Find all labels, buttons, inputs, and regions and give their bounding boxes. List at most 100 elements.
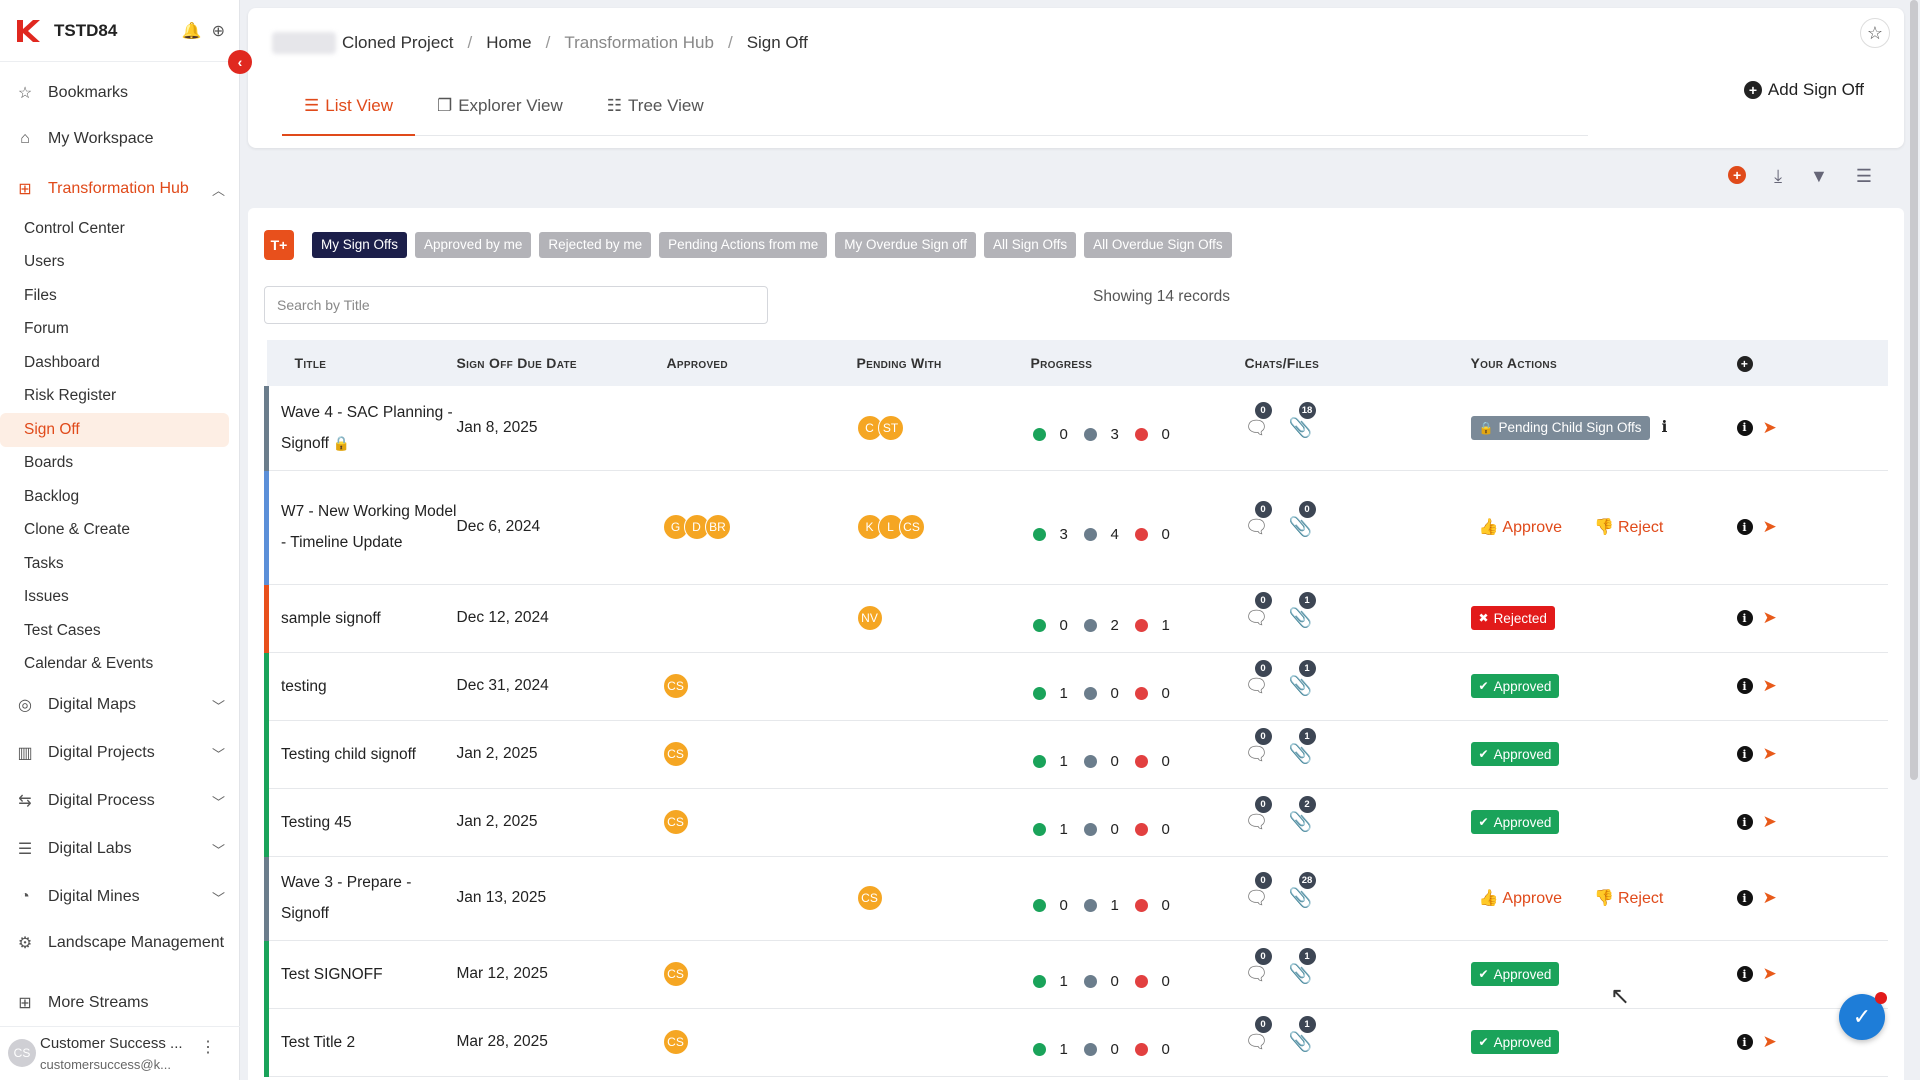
info-icon[interactable]: i bbox=[1736, 519, 1753, 535]
sidebar-item-digital-labs[interactable]: ☰ Digital Labs ﹀ bbox=[0, 825, 239, 873]
paperclip-icon[interactable]: 📎 1 bbox=[1289, 948, 1316, 986]
sidebar-item-digital-projects[interactable]: ▥ Digital Projects ﹀ bbox=[0, 729, 239, 777]
search-input[interactable] bbox=[264, 286, 768, 324]
breadcrumb-home[interactable]: Home bbox=[486, 33, 531, 53]
avatar[interactable]: CS bbox=[662, 961, 689, 987]
sidebar-item-forum[interactable]: Forum bbox=[0, 313, 229, 347]
sidebar-item-landscape-management[interactable]: ⚙ Landscape Management bbox=[0, 921, 239, 965]
table-row[interactable]: Testing child signoff Jan 2, 2025 CS 1 0 0 🗨 0 📎… bbox=[264, 720, 1888, 788]
paperclip-icon[interactable]: 📎 18 bbox=[1289, 401, 1316, 440]
sign-off-title[interactable]: sample signoff bbox=[281, 610, 381, 627]
send-icon[interactable]: ➤ bbox=[1763, 964, 1777, 984]
sign-off-title[interactable]: Wave 4 - SAC Planning - Signoff bbox=[281, 404, 453, 452]
avatar[interactable]: CS bbox=[662, 809, 689, 835]
table-row[interactable]: Wave 3 - Prepare - Signoff Jan 13, 2025 CS… bbox=[264, 856, 1888, 940]
reject-button[interactable]: 👎 Reject bbox=[1594, 519, 1663, 536]
sidebar-item-issues[interactable]: Issues bbox=[0, 581, 229, 615]
tab-explorer-view[interactable]: ❐ Explorer View bbox=[415, 86, 585, 136]
table-row[interactable]: sample signoff Dec 12, 2024 NV 0 2 1 🗨 0 📎 1 ✖ Reje… bbox=[264, 584, 1888, 652]
breadcrumb-hub[interactable]: Transformation Hub bbox=[564, 33, 714, 53]
col-your-actions[interactable]: Your Actions bbox=[1471, 340, 1737, 386]
sidebar-item-boards[interactable]: Boards bbox=[0, 447, 229, 481]
send-icon[interactable]: ➤ bbox=[1763, 418, 1777, 438]
approve-button[interactable]: 👍 Approve bbox=[1479, 890, 1563, 907]
send-icon[interactable]: ➤ bbox=[1763, 676, 1777, 696]
table-row[interactable]: W7 - New Working Model - Timeline Update… bbox=[264, 470, 1888, 584]
sidebar-item-files[interactable]: Files bbox=[0, 279, 229, 313]
avatar[interactable]: CS bbox=[856, 885, 883, 911]
chat-widget-button[interactable]: ✓ bbox=[1839, 992, 1887, 1040]
add-circle-icon[interactable]: ⊕ bbox=[212, 21, 225, 41]
paperclip-icon[interactable]: 📎 0 bbox=[1289, 501, 1316, 539]
col-due-date[interactable]: Sign Off Due Date bbox=[457, 340, 649, 386]
send-icon[interactable]: ➤ bbox=[1763, 812, 1777, 832]
sign-off-title[interactable]: Test Title 2 bbox=[281, 1034, 355, 1051]
chat-icon[interactable]: 🗨 0 bbox=[1245, 872, 1272, 910]
sidebar-item-digital-maps[interactable]: ◎ Digital Maps ﹀ bbox=[0, 681, 239, 729]
info-icon[interactable]: i bbox=[1736, 1034, 1753, 1050]
info-icon[interactable]: i bbox=[1736, 966, 1753, 982]
tag-filter-icon[interactable]: T+ bbox=[264, 230, 294, 260]
table-row[interactable]: Test SIGNOFF Mar 12, 2025 CS 1 0 0 🗨 0 📎 1 ✔ Approv… bbox=[264, 940, 1888, 1008]
chat-icon[interactable]: 🗨 0 bbox=[1245, 592, 1272, 630]
filter-chip-my-sign-offs[interactable]: My Sign Offs bbox=[312, 232, 408, 258]
send-icon[interactable]: ➤ bbox=[1763, 608, 1777, 628]
filter-chip-rejected-by-me[interactable]: Rejected by me bbox=[539, 232, 652, 258]
table-row[interactable]: Wave 4 - SAC Planning - Signoff 🔒 Jan 8, … bbox=[264, 386, 1888, 470]
chat-icon[interactable]: 🗨 0 bbox=[1245, 660, 1272, 698]
send-icon[interactable]: ➤ bbox=[1763, 888, 1777, 908]
avatar[interactable]: CS bbox=[662, 741, 689, 767]
col-pending-with[interactable]: Pending With bbox=[841, 340, 1017, 386]
sidebar-item-digital-mines[interactable]: ◔ Digital Mines ﹀ bbox=[0, 873, 239, 921]
table-row[interactable]: Test Title 2 Mar 28, 2025 CS 1 0 0 🗨 0 📎 1 ✔ Approv… bbox=[264, 1008, 1888, 1076]
sign-off-title[interactable]: Testing 45 bbox=[281, 814, 352, 831]
col-chats-files[interactable]: Chats/Files bbox=[1245, 340, 1471, 386]
sign-off-title[interactable]: W7 - New Working Model - Timeline Update bbox=[281, 503, 456, 551]
tab-list-view[interactable]: ☰ List View bbox=[282, 86, 415, 136]
avatar[interactable]: CS bbox=[662, 1029, 689, 1055]
avatar[interactable]: ST bbox=[877, 414, 904, 441]
send-icon[interactable]: ➤ bbox=[1763, 517, 1777, 537]
sidebar-item-sign-off[interactable]: Sign Off bbox=[0, 413, 229, 447]
table-row[interactable]: testing Dec 31, 2024 CS 1 0 0 🗨 0 📎 1 ✔ Approved i ➤ bbox=[264, 652, 1888, 720]
filter-chip-approved-by-me[interactable]: Approved by me bbox=[415, 232, 532, 258]
sidebar-item-control-center[interactable]: Control Center bbox=[0, 212, 229, 246]
sidebar-item-calendar-events[interactable]: Calendar & Events bbox=[0, 648, 229, 682]
avatar[interactable]: BR bbox=[704, 514, 731, 540]
breadcrumb-project[interactable]: Cloned Project bbox=[342, 33, 454, 53]
col-approved[interactable]: Approved bbox=[649, 340, 841, 386]
sidebar-item-dashboard[interactable]: Dashboard bbox=[0, 346, 229, 380]
sidebar-item-more-streams[interactable]: ⊞ More Streams bbox=[0, 979, 239, 1027]
avatar[interactable]: NV bbox=[856, 605, 883, 631]
paperclip-icon[interactable]: 📎 28 bbox=[1289, 872, 1316, 910]
sidebar-item-risk-register[interactable]: Risk Register bbox=[0, 380, 229, 414]
download-icon[interactable]: ⤓ bbox=[1774, 166, 1782, 187]
chat-icon[interactable]: 🗨 0 bbox=[1245, 728, 1272, 766]
sidebar-item-my-workspace[interactable]: ⌂ My Workspace bbox=[0, 116, 239, 162]
sidebar-item-bookmarks[interactable]: ☆ Bookmarks bbox=[0, 70, 239, 116]
filter-chip-all-sign-offs[interactable]: All Sign Offs bbox=[984, 232, 1077, 258]
page-scrollbar[interactable] bbox=[1910, 0, 1918, 780]
sign-off-title[interactable]: Wave 3 - Prepare - Signoff bbox=[281, 874, 411, 922]
add-sign-off-button[interactable]: + Add Sign Off bbox=[1743, 80, 1864, 100]
paperclip-icon[interactable]: 📎 1 bbox=[1289, 660, 1316, 698]
filter-chip-all-overdue-sign-offs[interactable]: All Overdue Sign Offs bbox=[1084, 232, 1232, 258]
chat-icon[interactable]: 🗨 0 bbox=[1245, 501, 1272, 539]
info-icon[interactable]: i bbox=[1736, 678, 1753, 694]
col-add[interactable]: + bbox=[1736, 340, 1889, 386]
chat-icon[interactable]: 🗨 0 bbox=[1245, 1016, 1272, 1054]
sidebar-item-backlog[interactable]: Backlog bbox=[0, 480, 229, 514]
col-progress[interactable]: Progress bbox=[1017, 340, 1245, 386]
sign-off-title[interactable]: Testing child signoff bbox=[281, 746, 416, 763]
paperclip-icon[interactable]: 📎 1 bbox=[1289, 728, 1316, 766]
info-icon[interactable]: i bbox=[1736, 814, 1753, 830]
bell-icon[interactable]: 🔔 bbox=[182, 21, 202, 41]
chat-icon[interactable]: 🗨 0 bbox=[1245, 948, 1272, 986]
send-icon[interactable]: ➤ bbox=[1763, 1032, 1777, 1052]
info-icon[interactable]: i bbox=[1736, 890, 1753, 906]
sidebar-item-clone-create[interactable]: Clone & Create bbox=[0, 514, 229, 548]
kebab-menu-icon[interactable]: ⋮ bbox=[200, 1037, 216, 1057]
info-icon[interactable]: i bbox=[1736, 419, 1753, 436]
chat-icon[interactable]: 🗨 0 bbox=[1245, 796, 1272, 834]
paperclip-icon[interactable]: 📎 1 bbox=[1289, 1016, 1316, 1054]
